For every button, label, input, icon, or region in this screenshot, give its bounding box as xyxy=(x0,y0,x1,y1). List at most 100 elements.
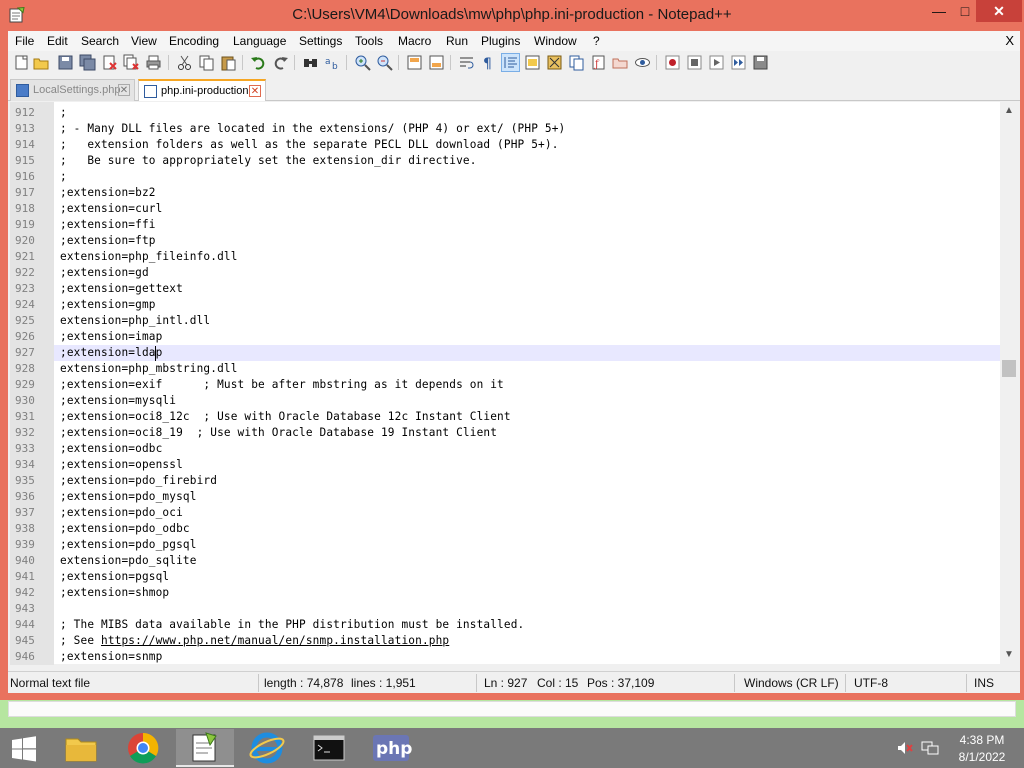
code-text[interactable]: ; xyxy=(60,105,67,121)
function-list-icon[interactable] xyxy=(568,54,585,71)
code-text[interactable]: ;extension=ffi xyxy=(60,217,156,233)
show-all-characters-icon[interactable]: ¶ xyxy=(480,54,497,71)
scroll-up-arrow-icon[interactable]: ▲ xyxy=(1000,102,1018,120)
scroll-thumb[interactable] xyxy=(1002,360,1016,377)
editor-line[interactable]: 917 ;extension=bz2 xyxy=(10,185,1000,201)
code-text[interactable]: ; See https://www.php.net/manual/en/snmp… xyxy=(60,633,449,649)
close-all-icon[interactable] xyxy=(123,54,140,71)
code-text[interactable]: ;extension=gmp xyxy=(60,297,156,313)
editor-line[interactable]: 931 ;extension=oci8_12c ; Use with Oracle… xyxy=(10,409,1000,425)
editor-line[interactable]: 936 ;extension=pdo_mysql xyxy=(10,489,1000,505)
menu-file[interactable]: File xyxy=(15,34,34,48)
tab-localsettings[interactable]: LocalSettings.php ✕ xyxy=(10,79,135,101)
sync-vertical-icon[interactable] xyxy=(406,54,423,71)
zoom-out-icon[interactable] xyxy=(376,54,393,71)
editor-line[interactable]: 946 ;extension=snmp xyxy=(10,649,1000,665)
run-macro-multiple-icon[interactable] xyxy=(730,54,747,71)
chrome-icon[interactable] xyxy=(114,729,172,767)
code-hyperlink[interactable]: https://www.php.net/manual/en/snmp.insta… xyxy=(101,634,449,647)
close-window-button[interactable]: ✕ xyxy=(976,0,1022,22)
menu-language[interactable]: Language xyxy=(233,34,286,48)
code-text[interactable]: ;extension=openssl xyxy=(60,457,183,473)
sync-horizontal-icon[interactable] xyxy=(428,54,445,71)
new-file-icon[interactable] xyxy=(13,54,30,71)
menu-plugins[interactable]: Plugins xyxy=(481,34,520,48)
save-icon[interactable] xyxy=(57,54,74,71)
code-text[interactable]: ;extension=shmop xyxy=(60,585,169,601)
code-text[interactable]: ;extension=gd xyxy=(60,265,149,281)
editor-line[interactable]: 922 ;extension=gd xyxy=(10,265,1000,281)
editor-pane[interactable]: 912; 913; - Many DLL files are located in… xyxy=(10,102,1018,665)
editor-line[interactable]: 920 ;extension=ftp xyxy=(10,233,1000,249)
editor-line[interactable]: 918 ;extension=curl xyxy=(10,201,1000,217)
editor-line[interactable]: 942 ;extension=shmop xyxy=(10,585,1000,601)
user-defined-language-icon[interactable] xyxy=(524,54,541,71)
editor-line[interactable]: 943 xyxy=(10,601,1000,617)
clock-date[interactable]: 8/1/2022 xyxy=(952,750,1012,764)
editor-line[interactable]: 928 extension=php_mbstring.dll xyxy=(10,361,1000,377)
editor-line[interactable]: 925 extension=php_intl.dll xyxy=(10,313,1000,329)
code-text[interactable]: ;extension=curl xyxy=(60,201,162,217)
code-text[interactable]: ;extension=exif ; Must be after mbstring… xyxy=(60,377,504,393)
menu-search[interactable]: Search xyxy=(81,34,119,48)
editor-line[interactable]: 934 ;extension=openssl xyxy=(10,457,1000,473)
folder-as-workspace-icon[interactable]: ƒ xyxy=(590,54,607,71)
copy-icon[interactable] xyxy=(198,54,215,71)
code-text[interactable]: ;extension=snmp xyxy=(60,649,162,665)
editor-line[interactable]: 939 ;extension=pdo_pgsql xyxy=(10,537,1000,553)
menu-settings[interactable]: Settings xyxy=(299,34,342,48)
editor-line[interactable]: 927 ;extension=ldap xyxy=(10,345,1000,361)
tab-close-icon[interactable]: ✕ xyxy=(249,85,261,97)
code-text[interactable]: ;extension=gettext xyxy=(60,281,183,297)
title-bar[interactable]: C:\Users\VM4\Downloads\mw\php\php.ini-pr… xyxy=(0,0,1024,31)
editor-line[interactable]: 919 ;extension=ffi xyxy=(10,217,1000,233)
save-all-icon[interactable] xyxy=(79,54,96,71)
editor-line[interactable]: 930 ;extension=mysqli xyxy=(10,393,1000,409)
code-text[interactable]: ;extension=ftp xyxy=(60,233,156,249)
code-text[interactable]: ;extension=pdo_oci xyxy=(60,505,183,521)
vertical-scrollbar[interactable]: ▲ ▼ xyxy=(1000,102,1018,664)
editor-line[interactable]: 923 ;extension=gettext xyxy=(10,281,1000,297)
editor-line[interactable]: 944 ; The MIBS data available in the PHP … xyxy=(10,617,1000,633)
menu-view[interactable]: View xyxy=(131,34,157,48)
code-text[interactable]: ; The MIBS data available in the PHP dis… xyxy=(60,617,524,633)
code-text[interactable]: ;extension=pgsql xyxy=(60,569,169,585)
editor-line[interactable]: 929 ;extension=exif ; Must be after mbstr… xyxy=(10,377,1000,393)
editor-line[interactable]: 935 ;extension=pdo_firebird xyxy=(10,473,1000,489)
word-wrap-icon[interactable] xyxy=(458,54,475,71)
background-window[interactable] xyxy=(8,701,1016,717)
editor-line[interactable]: 912; xyxy=(10,105,1000,121)
php-icon[interactable]: php xyxy=(362,729,420,767)
code-text[interactable]: extension=php_intl.dll xyxy=(60,313,210,329)
editor-line[interactable]: 913 ; - Many DLL files are located in the… xyxy=(10,121,1000,137)
code-text[interactable]: ;extension=pdo_mysql xyxy=(60,489,197,505)
menu-encoding[interactable]: Encoding xyxy=(169,34,219,48)
code-text[interactable]: ;extension=pdo_pgsql xyxy=(60,537,197,553)
doc-map-icon[interactable] xyxy=(546,54,563,71)
code-text[interactable]: ;extension=ldap xyxy=(60,345,162,361)
editor-line[interactable]: 915 ; Be sure to appropriately set the ex… xyxy=(10,153,1000,169)
code-text[interactable]: ;extension=pdo_odbc xyxy=(60,521,190,537)
undo-icon[interactable] xyxy=(250,54,267,71)
code-text[interactable]: ;extension=oci8_19 ; Use with Oracle Dat… xyxy=(60,425,497,441)
code-text[interactable]: ;extension=mysqli xyxy=(60,393,176,409)
editor-line[interactable]: 937 ;extension=pdo_oci xyxy=(10,505,1000,521)
network-icon[interactable] xyxy=(920,740,940,759)
zoom-in-icon[interactable] xyxy=(354,54,371,71)
redo-icon[interactable] xyxy=(272,54,289,71)
save-macro-icon[interactable] xyxy=(752,54,769,71)
code-text[interactable]: ; xyxy=(60,169,67,185)
file-explorer-icon[interactable] xyxy=(52,729,110,767)
editor-line[interactable]: 914 ; extension folders as well as the se… xyxy=(10,137,1000,153)
menu-macro[interactable]: Macro xyxy=(398,34,431,48)
scroll-down-arrow-icon[interactable]: ▼ xyxy=(1000,646,1018,664)
tab-close-icon[interactable]: ✕ xyxy=(118,84,130,96)
code-text[interactable]: ;extension=odbc xyxy=(60,441,162,457)
close-file-icon[interactable] xyxy=(101,54,118,71)
code-text[interactable]: ;extension=bz2 xyxy=(60,185,156,201)
editor-line[interactable]: 932 ;extension=oci8_19 ; Use with Oracle … xyxy=(10,425,1000,441)
volume-muted-icon[interactable] xyxy=(896,740,914,759)
code-text[interactable]: ; Be sure to appropriately set the exten… xyxy=(60,153,477,169)
editor-line[interactable]: 940 extension=pdo_sqlite xyxy=(10,553,1000,569)
find-icon[interactable] xyxy=(302,54,319,71)
